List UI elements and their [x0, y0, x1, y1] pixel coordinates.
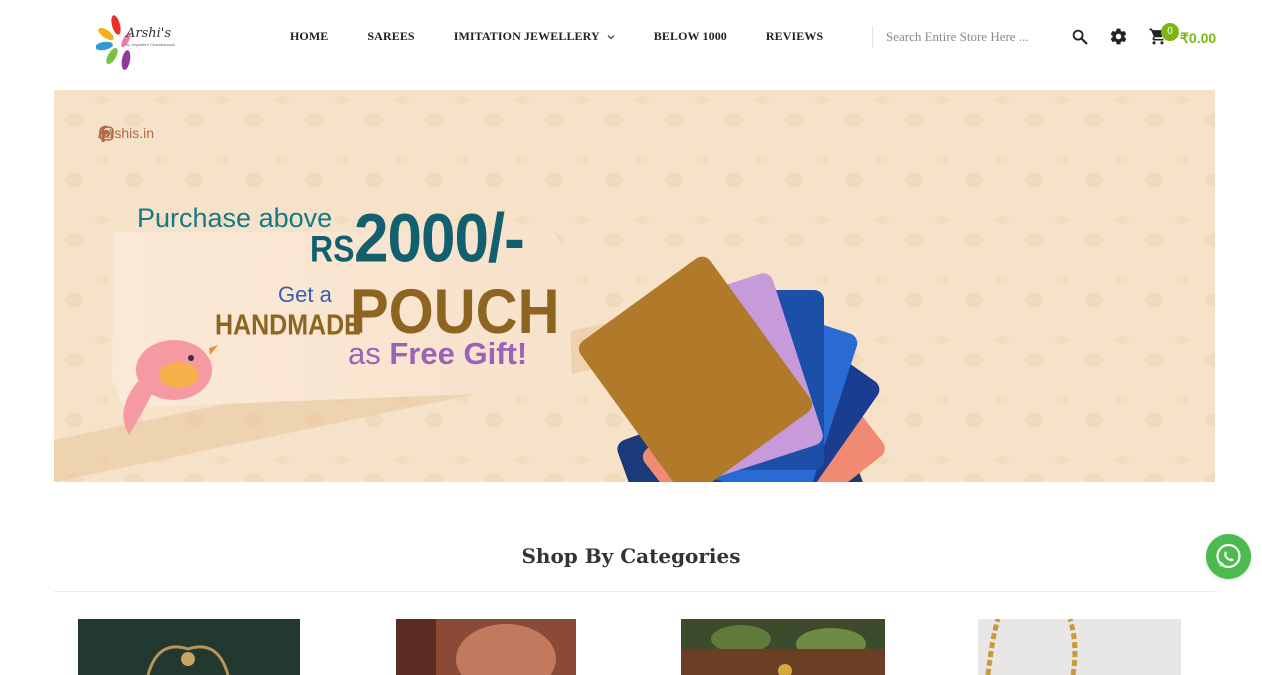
site-header: Arshi's by Jeyanthi's Chandramouli HOME … [0, 0, 1262, 75]
cart-count-badge: 0 [1161, 23, 1179, 41]
banner-artwork [54, 90, 1215, 482]
category-card-4[interactable] [978, 619, 1181, 675]
gear-icon[interactable] [1109, 27, 1128, 46]
banner-amount: 2000/- [354, 201, 525, 277]
banner-get-a: Get a [278, 282, 332, 307]
brand-tagline: by Jeyanthi's Chandramouli [126, 42, 176, 47]
instagram-icon[interactable] [98, 125, 115, 142]
nav-item-label: HOME [290, 29, 329, 43]
category-card-3[interactable] [681, 619, 885, 675]
nav-item-sarees[interactable]: SAREES [367, 29, 414, 44]
banner-free-gift: Free Gift! [389, 336, 528, 371]
category-image [78, 619, 300, 675]
nav-item-below-1000[interactable]: BELOW 1000 [654, 29, 727, 44]
nav-item-home[interactable]: HOME [290, 29, 328, 44]
whatsapp-button[interactable] [1206, 534, 1251, 579]
banner-handmade: HANDMADE [215, 309, 361, 342]
category-image [978, 619, 1181, 675]
category-card-2[interactable] [396, 619, 576, 675]
promo-banner[interactable]: /arshis.in Purchase above RS. 2000/- Get… [54, 90, 1215, 482]
nav-item-label: BELOW 1000 [653, 29, 727, 43]
nav-item-label: SAREES [367, 29, 415, 43]
banner-free-gift-line: as Free Gift! [348, 336, 527, 372]
section-title: Shop By Categories [521, 544, 741, 568]
whatsapp-icon [1216, 543, 1241, 569]
nav-item-reviews[interactable]: REVIEWS [766, 29, 823, 44]
search-bar [872, 26, 1092, 48]
cart-total[interactable]: ₹0.00 [1180, 30, 1216, 47]
category-card-1[interactable] [78, 619, 300, 675]
nav-item-label: IMITATION JEWELLERY [453, 29, 600, 43]
banner-as: as [348, 336, 381, 371]
category-image [396, 619, 576, 675]
section-divider [54, 591, 1215, 592]
nav-item-label: REVIEWS [765, 29, 824, 43]
nav-item-imitation-jewellery[interactable]: IMITATION JEWELLERY [454, 29, 615, 44]
main-nav: HOME SAREES IMITATION JEWELLERY BELOW 10… [290, 29, 823, 44]
brand-name: Arshi's [126, 26, 172, 41]
search-icon[interactable] [1071, 28, 1089, 46]
banner-line1: Purchase above [137, 203, 333, 233]
brand-logo[interactable]: Arshi's by Jeyanthi's Chandramouli [95, 12, 188, 72]
search-input[interactable] [886, 28, 1036, 46]
category-image [681, 619, 885, 675]
social-links: /arshis.in [98, 125, 154, 142]
chevron-down-icon [607, 34, 615, 39]
